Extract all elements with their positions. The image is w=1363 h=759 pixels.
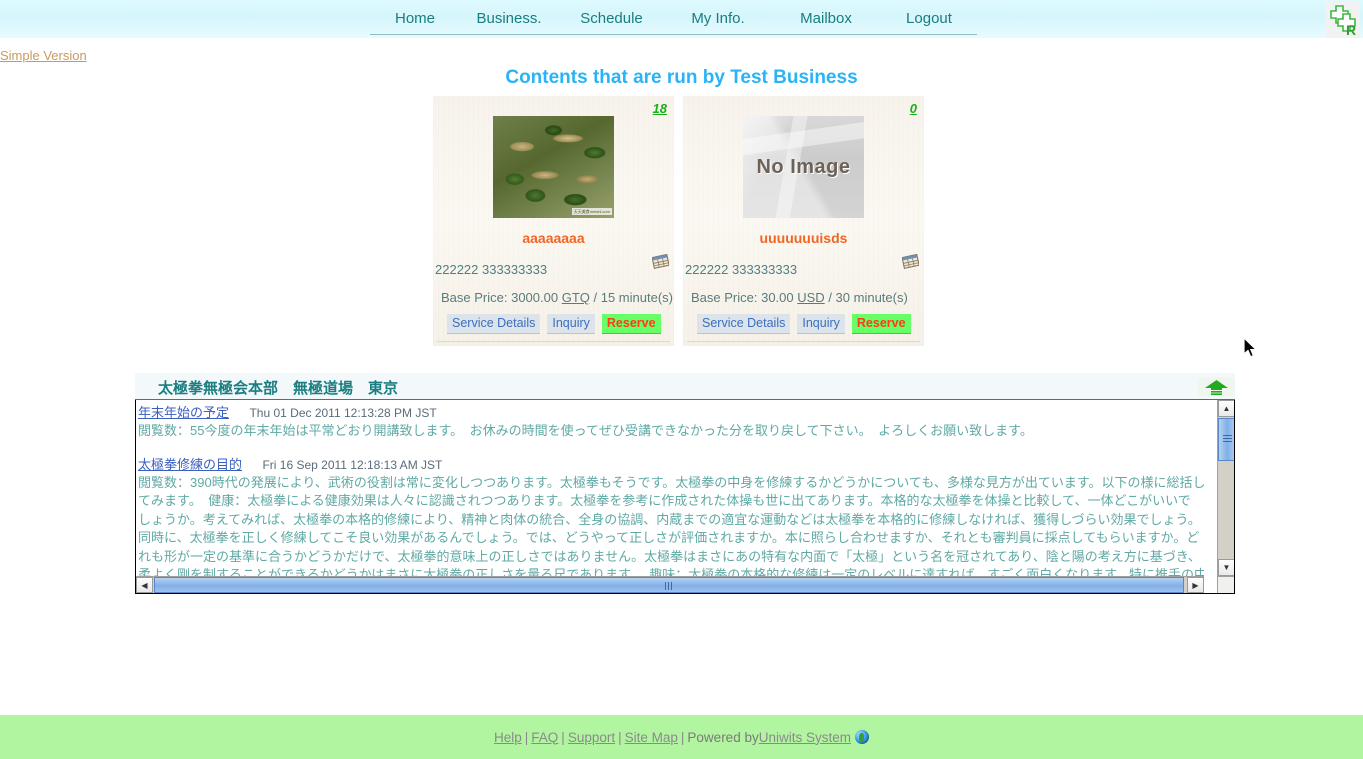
footer-separator: | bbox=[680, 729, 685, 745]
card-code-row: 222222 333333333 bbox=[433, 248, 674, 277]
article-list: 年末年始の予定 Thu 01 Dec 2011 12:13:28 PM JST … bbox=[136, 400, 1204, 576]
article-date: Thu 01 Dec 2011 12:13:28 PM JST bbox=[249, 406, 437, 420]
card-thumbnail[interactable]: 天天美食meishi.com bbox=[493, 116, 614, 218]
article-item[interactable]: 年末年始の予定 Thu 01 Dec 2011 12:13:28 PM JST … bbox=[138, 402, 1204, 441]
article-item[interactable]: 太極拳修練の目的 Fri 16 Sep 2011 12:18:13 AM JST… bbox=[138, 454, 1204, 577]
card-code: 222222 333333333 bbox=[435, 262, 548, 277]
nav-business[interactable]: Business. bbox=[460, 10, 558, 35]
service-details-button[interactable]: Service Details bbox=[447, 314, 541, 334]
food-photo-icon bbox=[493, 116, 614, 218]
uniwits-system-link[interactable]: Uniwits System bbox=[759, 730, 851, 745]
content-card[interactable]: 0 No Image uuuuuuuisds 222222 333333333 bbox=[683, 96, 924, 346]
page-title: Contents that are run by Test Business bbox=[505, 67, 858, 88]
price-currency[interactable]: USD bbox=[797, 290, 824, 305]
card-image-area: 0 No Image bbox=[683, 96, 924, 226]
scrollbar-corner bbox=[1217, 576, 1234, 593]
content-cards: 18 天天美食meishi.com aaaaaaaa 222222 333333… bbox=[433, 96, 924, 346]
scrollbar-grip-icon bbox=[665, 582, 674, 590]
card-title: aaaaaaaa bbox=[522, 230, 585, 246]
inquiry-button[interactable]: Inquiry bbox=[547, 314, 595, 334]
article-text-line: 閲覧数：55今度の年末年始は平常どおり開講致します。 お休みの時間を使ってぜひ受… bbox=[138, 423, 1033, 438]
footer-separator: | bbox=[561, 729, 565, 745]
no-image-placeholder-text: No Image bbox=[756, 155, 851, 178]
reserve-button[interactable]: Reserve bbox=[851, 314, 911, 334]
mouse-cursor bbox=[1243, 337, 1258, 358]
card-view-count[interactable]: 0 bbox=[910, 101, 917, 116]
nav-mailbox[interactable]: Mailbox bbox=[771, 10, 881, 35]
article-panel-header: 太極拳無極会本部 無極道場 東京 bbox=[135, 373, 1235, 423]
svg-text:R: R bbox=[1346, 22, 1356, 38]
vertical-scrollbar[interactable]: ▲ ▼ bbox=[1217, 400, 1234, 576]
card-image-area: 18 天天美食meishi.com bbox=[433, 96, 674, 226]
site-footer: Help | FAQ | Support | Site Map | Powered byUniw… bbox=[0, 715, 1363, 759]
powered-by-label: Powered by bbox=[687, 729, 759, 745]
footer-links: Help | FAQ | Support | Site Map | Powered byUniw… bbox=[494, 729, 869, 745]
card-title: uuuuuuuisds bbox=[759, 230, 848, 246]
horizontal-scrollbar[interactable]: ◀ ▶ bbox=[136, 576, 1204, 593]
calendar-icon[interactable] bbox=[902, 254, 919, 269]
collapse-up-arrow-icon[interactable] bbox=[1198, 377, 1235, 396]
page-root: Home Business. Schedule My Info. Mailbox… bbox=[0, 0, 1363, 759]
scroll-up-arrow-icon[interactable]: ▲ bbox=[1218, 400, 1234, 417]
article-text-line: れも形が一定の基準に合うかどうかだけで、太極拳的意味上の正しさではありません。太… bbox=[138, 548, 1201, 564]
footer-help-link[interactable]: Help bbox=[494, 730, 522, 745]
inquiry-button[interactable]: Inquiry bbox=[797, 314, 845, 334]
site-header: Home Business. Schedule My Info. Mailbox… bbox=[0, 0, 1363, 39]
price-duration: / 30 minute(s) bbox=[828, 290, 908, 305]
card-thumbnail[interactable]: No Image bbox=[743, 116, 864, 218]
card-divider bbox=[687, 341, 920, 342]
footer-separator: | bbox=[524, 729, 529, 745]
horizontal-scrollbar-thumb[interactable] bbox=[154, 577, 1184, 593]
price-currency[interactable]: GTQ bbox=[562, 290, 590, 305]
uniwits-logo-icon[interactable]: R bbox=[1326, 2, 1360, 38]
card-code-row: 222222 333333333 bbox=[683, 248, 924, 277]
scrollbar-grip-icon bbox=[1223, 435, 1232, 442]
scroll-right-arrow-icon[interactable]: ▶ bbox=[1187, 577, 1204, 593]
service-details-button[interactable]: Service Details bbox=[697, 314, 791, 334]
price-prefix: Base Price: 3000.00 bbox=[441, 290, 559, 305]
globe-icon bbox=[854, 729, 869, 744]
footer-support-link[interactable]: Support bbox=[568, 730, 615, 745]
calendar-icon[interactable] bbox=[652, 254, 669, 269]
card-price: Base Price: 30.00 USD / 30 minute(s) bbox=[683, 277, 924, 305]
article-date: Fri 16 Sep 2011 12:18:13 AM JST bbox=[262, 457, 443, 472]
price-prefix: Base Price: 30.00 bbox=[691, 290, 794, 305]
card-code: 222222 333333333 bbox=[685, 262, 798, 277]
article-text-line: 柔よく剛を制することができるかどうかはまさに太極拳の正しさを量る尺であります。 … bbox=[138, 567, 1204, 576]
nav-home[interactable]: Home bbox=[370, 10, 460, 35]
scroll-down-arrow-icon[interactable]: ▼ bbox=[1218, 559, 1234, 576]
card-view-count[interactable]: 18 bbox=[653, 101, 667, 116]
scroll-left-arrow-icon[interactable]: ◀ bbox=[136, 577, 153, 593]
content-card[interactable]: 18 天天美食meishi.com aaaaaaaa 222222 333333… bbox=[433, 96, 674, 346]
card-divider bbox=[437, 341, 670, 342]
article-text-line: 同時に、太極拳を正しく修練してこそ良い効果があるんでしょう。では、どうやって正し… bbox=[138, 530, 1200, 545]
card-price: Base Price: 3000.00 GTQ / 15 minute(s) bbox=[433, 277, 674, 305]
nav-myinfo[interactable]: My Info. bbox=[665, 10, 771, 35]
price-duration: / 15 minute(s) bbox=[593, 290, 673, 305]
card-action-buttons: Service Details Inquiry Reserve bbox=[683, 305, 924, 334]
article-text-line: てみます。 健康：太極拳による健康効果は人々に認識されつつあります。太極拳を参考… bbox=[138, 493, 1191, 508]
nav-logout[interactable]: Logout bbox=[881, 10, 977, 35]
footer-sitemap-link[interactable]: Site Map bbox=[625, 730, 678, 745]
article-panel: 太極拳無極会本部 無極道場 東京 年末年始の予定 Thu 01 Dec 2011… bbox=[135, 373, 1235, 621]
footer-faq-link[interactable]: FAQ bbox=[531, 730, 558, 745]
article-panel-body: 年末年始の予定 Thu 01 Dec 2011 12:13:28 PM JST … bbox=[135, 400, 1235, 594]
article-text-line: 閲覧数：390時代の発展により、武術の役割は常に変化しつつあります。太極拳もそう… bbox=[138, 474, 1204, 490]
main-navigation: Home Business. Schedule My Info. Mailbox… bbox=[370, 5, 977, 35]
article-spacer bbox=[138, 441, 1204, 454]
vertical-scrollbar-thumb[interactable] bbox=[1218, 418, 1234, 461]
article-panel-title: 太極拳無極会本部 無極道場 東京 bbox=[158, 380, 399, 397]
article-text-line: しょうか。考えてみれば、太極拳の本格的修練により、精神と肉体の統合、全身の協調、… bbox=[138, 511, 1201, 527]
article-title[interactable]: 太極拳修練の目的 bbox=[138, 457, 242, 472]
nav-schedule[interactable]: Schedule bbox=[558, 10, 665, 35]
photo-watermark: 天天美食meishi.com bbox=[571, 208, 612, 215]
footer-separator: | bbox=[618, 729, 622, 745]
card-action-buttons: Service Details Inquiry Reserve bbox=[433, 305, 674, 334]
reserve-button[interactable]: Reserve bbox=[601, 314, 661, 334]
article-title[interactable]: 年末年始の予定 bbox=[138, 405, 229, 420]
simple-version-link[interactable]: Simple Version bbox=[0, 48, 87, 63]
